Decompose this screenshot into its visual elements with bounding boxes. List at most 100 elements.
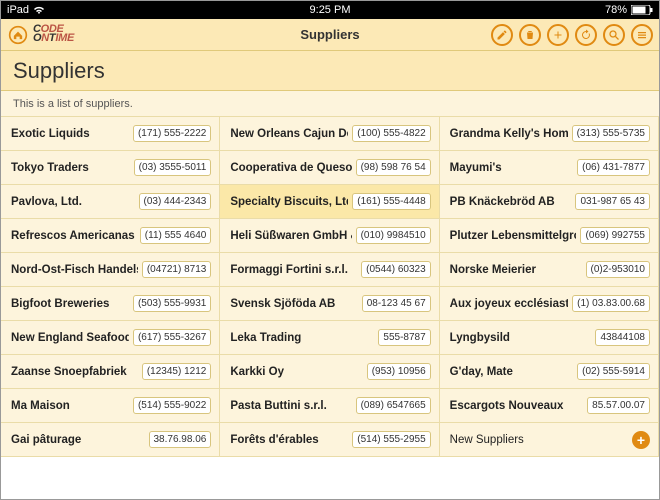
- supplier-phone: (617) 555-3267: [133, 329, 211, 346]
- supplier-phone: (100) 555-4822: [352, 125, 430, 142]
- supplier-cell[interactable]: Gai pâturage 38.76.98.06: [1, 423, 220, 457]
- supplier-phone: (0)2-953010: [586, 261, 650, 278]
- supplier-name: Escargots Nouveaux: [450, 400, 584, 412]
- carrier-label: iPad: [7, 4, 29, 16]
- supplier-name: Leka Trading: [230, 332, 374, 344]
- supplier-name: PB Knäckebröd AB: [450, 196, 572, 208]
- supplier-name: Aux joyeux ecclésiastiques: [450, 298, 569, 310]
- add-button[interactable]: [547, 24, 569, 46]
- supplier-phone: (010) 9984510: [356, 227, 431, 244]
- supplier-name: Specialty Biscuits, Ltd.: [230, 196, 348, 208]
- supplier-cell[interactable]: Ma Maison (514) 555-9022: [1, 389, 220, 423]
- supplier-phone: (514) 555-9022: [133, 397, 211, 414]
- supplier-phone: (02) 555-5914: [577, 363, 650, 380]
- supplier-phone: (1) 03.83.00.68: [572, 295, 650, 312]
- supplier-phone: (06) 431-7877: [577, 159, 650, 176]
- supplier-phone: (03) 444-2343: [139, 193, 212, 210]
- supplier-cell[interactable]: Norske Meierier (0)2-953010: [440, 253, 659, 287]
- supplier-name: Nord-Ost-Fisch Handelsgesel: [11, 264, 138, 276]
- supplier-phone: 43844108: [595, 329, 650, 346]
- supplier-cell[interactable]: Formaggi Fortini s.r.l. (0544) 60323: [220, 253, 439, 287]
- supplier-name: Forêts d'érables: [230, 434, 348, 446]
- supplier-name: Ma Maison: [11, 400, 129, 412]
- supplier-cell[interactable]: Aux joyeux ecclésiastiques(1) 03.83.00.6…: [440, 287, 659, 321]
- supplier-name: Karkki Oy: [230, 366, 362, 378]
- supplier-cell[interactable]: Refrescos Americanas LTDA (11) 555 4640: [1, 219, 220, 253]
- supplier-cell[interactable]: New England Seafood Cann (617) 555-3267: [1, 321, 220, 355]
- home-button[interactable]: [7, 24, 29, 46]
- supplier-phone: (11) 555 4640: [140, 227, 212, 244]
- supplier-cell[interactable]: Exotic Liquids(171) 555-2222: [1, 117, 220, 151]
- new-supplier-cell[interactable]: New Suppliers+: [440, 423, 659, 457]
- supplier-cell[interactable]: Nord-Ost-Fisch Handelsgesel (04721) 8713: [1, 253, 220, 287]
- supplier-name: Zaanse Snoepfabriek: [11, 366, 138, 378]
- new-supplier-label: New Suppliers: [450, 434, 632, 446]
- supplier-cell[interactable]: PB Knäckebröd AB031-987 65 43: [440, 185, 659, 219]
- plus-icon: +: [632, 431, 650, 449]
- wifi-icon: [33, 5, 45, 15]
- supplier-name: Grandma Kelly's Homestead: [450, 128, 568, 140]
- supplier-cell[interactable]: Cooperativa de Quesos 'Las (98) 598 76 54: [220, 151, 439, 185]
- page-description: This is a list of suppliers.: [1, 91, 659, 117]
- supplier-phone: (0544) 60323: [361, 261, 431, 278]
- supplier-cell[interactable]: New Orleans Cajun Delights(100) 555-4822: [220, 117, 439, 151]
- supplier-cell[interactable]: Karkki Oy (953) 10956: [220, 355, 439, 389]
- supplier-phone: 38.76.98.06: [149, 431, 212, 448]
- edit-button[interactable]: [491, 24, 513, 46]
- supplier-cell[interactable]: Heli Süßwaren GmbH & Co. (010) 9984510: [220, 219, 439, 253]
- battery-icon: [631, 5, 653, 15]
- supplier-phone: (089) 6547665: [356, 397, 431, 414]
- supplier-name: Lyngbysild: [450, 332, 592, 344]
- supplier-name: Gai pâturage: [11, 434, 145, 446]
- supplier-cell[interactable]: Escargots Nouveaux85.57.00.07: [440, 389, 659, 423]
- supplier-phone: (98) 598 76 54: [356, 159, 431, 176]
- supplier-cell[interactable]: Specialty Biscuits, Ltd. (161) 555-4448: [220, 185, 439, 219]
- supplier-name: Norske Meierier: [450, 264, 582, 276]
- supplier-cell[interactable]: Mayumi's(06) 431-7877: [440, 151, 659, 185]
- supplier-cell[interactable]: Grandma Kelly's Homestead(313) 555-5735: [440, 117, 659, 151]
- appbar-title: Suppliers: [300, 27, 359, 42]
- supplier-phone: (069) 992755: [580, 227, 650, 244]
- delete-button[interactable]: [519, 24, 541, 46]
- supplier-name: Heli Süßwaren GmbH & Co.: [230, 230, 351, 242]
- supplier-cell[interactable]: Pavlova, Ltd. (03) 444-2343: [1, 185, 220, 219]
- supplier-phone: (161) 555-4448: [352, 193, 430, 210]
- supplier-name: Plutzer Lebensmittelgroßmär: [450, 230, 577, 242]
- clock: 9:25 PM: [310, 4, 351, 16]
- supplier-phone: (12345) 1212: [142, 363, 212, 380]
- supplier-name: Formaggi Fortini s.r.l.: [230, 264, 357, 276]
- supplier-phone: 85.57.00.07: [587, 397, 650, 414]
- supplier-cell[interactable]: G'day, Mate(02) 555-5914: [440, 355, 659, 389]
- supplier-cell[interactable]: Tokyo Traders (03) 3555-5011: [1, 151, 220, 185]
- menu-button[interactable]: [631, 24, 653, 46]
- refresh-button[interactable]: [575, 24, 597, 46]
- supplier-cell[interactable]: Zaanse Snoepfabriek (12345) 1212: [1, 355, 220, 389]
- supplier-cell[interactable]: Forêts d'érables (514) 555-2955: [220, 423, 439, 457]
- supplier-cell[interactable]: Pasta Buttini s.r.l.(089) 6547665: [220, 389, 439, 423]
- supplier-phone: (953) 10956: [367, 363, 431, 380]
- supplier-name: Refrescos Americanas LTDA: [11, 230, 136, 242]
- battery-label: 78%: [605, 4, 627, 16]
- app-logo: CODE ONTIME: [33, 25, 74, 44]
- supplier-name: Mayumi's: [450, 162, 574, 174]
- supplier-cell[interactable]: Bigfoot Breweries (503) 555-9931: [1, 287, 220, 321]
- supplier-phone: 555-8787: [378, 329, 430, 346]
- supplier-cell[interactable]: Svensk Sjöföda AB08-123 45 67: [220, 287, 439, 321]
- supplier-phone: (503) 555-9931: [133, 295, 211, 312]
- supplier-name: Exotic Liquids: [11, 128, 129, 140]
- supplier-phone: (514) 555-2955: [352, 431, 430, 448]
- supplier-phone: (03) 3555-5011: [134, 159, 212, 176]
- supplier-name: Pavlova, Ltd.: [11, 196, 135, 208]
- supplier-name: Cooperativa de Quesos 'Las: [230, 162, 351, 174]
- supplier-name: New England Seafood Cann: [11, 332, 129, 344]
- supplier-phone: 031-987 65 43: [575, 193, 650, 210]
- supplier-name: Tokyo Traders: [11, 162, 130, 174]
- supplier-cell[interactable]: Leka Trading 555-8787: [220, 321, 439, 355]
- supplier-name: Bigfoot Breweries: [11, 298, 129, 310]
- supplier-name: G'day, Mate: [450, 366, 574, 378]
- supplier-cell[interactable]: Plutzer Lebensmittelgroßmär(069) 992755: [440, 219, 659, 253]
- supplier-phone: 08-123 45 67: [362, 295, 431, 312]
- supplier-cell[interactable]: Lyngbysild43844108: [440, 321, 659, 355]
- search-button[interactable]: [603, 24, 625, 46]
- supplier-phone: (04721) 8713: [142, 261, 212, 278]
